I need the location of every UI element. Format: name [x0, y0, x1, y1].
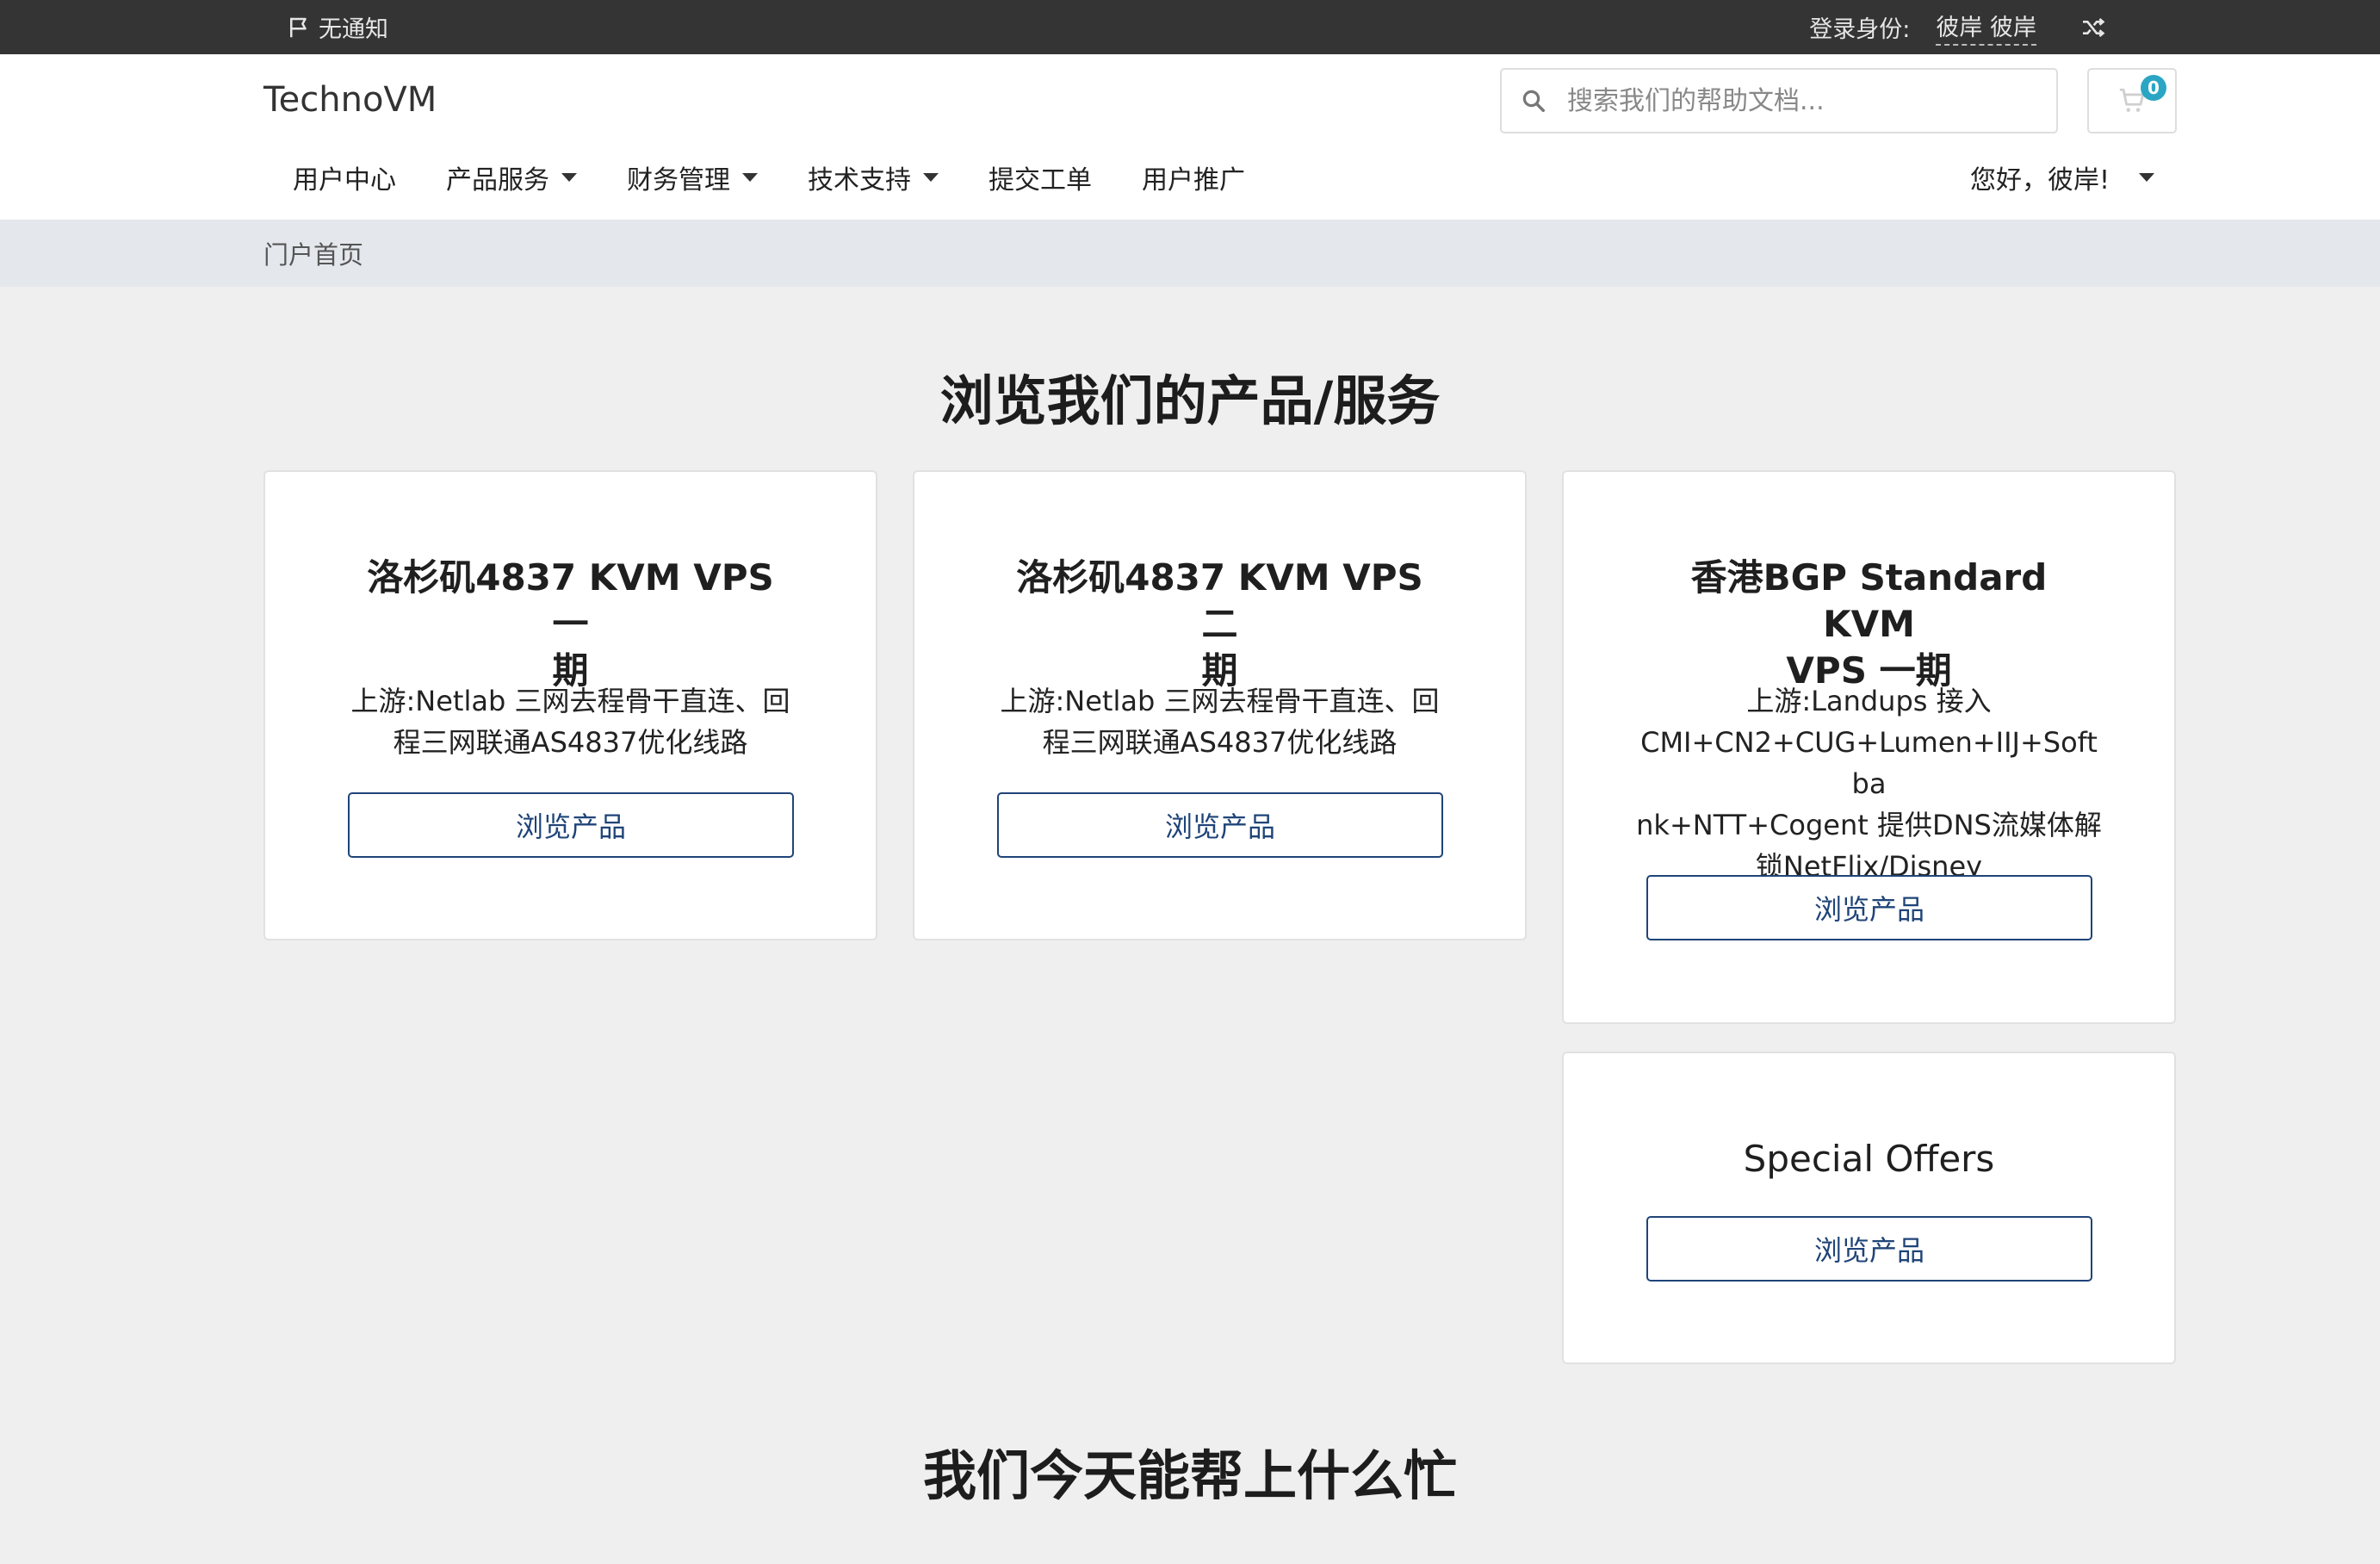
nav-item-label: 产品服务: [446, 165, 549, 196]
product-description: 上游:Netlab 三网去程骨干直连、回 程三网联通AS4837优化线路: [343, 680, 798, 763]
flag-icon: [290, 17, 307, 37]
nav-item-billing[interactable]: 财务管理: [598, 158, 778, 196]
caret-down-icon: [923, 173, 939, 182]
product-card: 香港BGP Standard KVM VPS 一期 上游:Landups 接入 …: [1562, 470, 2176, 1024]
title-line: 洛杉矶4837 KVM VPS 一: [367, 556, 774, 645]
title-line: 洛杉矶4837 KVM VPS 二: [1016, 556, 1423, 645]
nav-item-open-ticket[interactable]: 提交工单: [959, 158, 1113, 196]
product-title: 洛杉矶4837 KVM VPS 二 期: [992, 555, 1447, 694]
cart-button[interactable]: 0: [2087, 68, 2177, 133]
nav-item-affiliates[interactable]: 用户推广: [1113, 158, 1266, 196]
greeting-label: 您好，彼岸!: [1969, 165, 2110, 196]
kb-search: [1500, 68, 2058, 133]
nav-item-client-area[interactable]: 用户中心: [263, 158, 417, 196]
browse-products-button[interactable]: 浏览产品: [1646, 1216, 2092, 1282]
caret-down-icon: [2139, 173, 2154, 182]
nav-item-label: 用户推广: [1142, 165, 1245, 196]
nav-item-label: 用户中心: [293, 165, 396, 196]
product-card: 洛杉矶4837 KVM VPS 二 期 上游:Netlab 三网去程骨干直连、回…: [913, 470, 1527, 940]
main-nav: 用户中心 产品服务 财务管理 技术支持 提交工单 用户推广: [263, 156, 1266, 199]
login-label: 登录身份:: [1809, 16, 1911, 43]
product-title: 洛杉矶4837 KVM VPS 一 期: [343, 555, 798, 694]
product-card: 洛杉矶4837 KVM VPS 一 期 上游:Netlab 三网去程骨干直连、回…: [263, 470, 877, 940]
product-title: 香港BGP Standard KVM VPS 一期: [1641, 555, 2097, 694]
desc-line: nk+NTT+Cogent 提供DNS流媒体解: [1636, 809, 2102, 841]
title-line: 香港BGP Standard KVM: [1690, 556, 2048, 645]
login-as: 登录身份: 彼岸 彼岸: [1809, 0, 2107, 54]
caret-down-icon: [742, 173, 758, 182]
brand-logo[interactable]: TechnoVM: [263, 80, 437, 120]
help-heading: 我们今天能帮上什么忙: [922, 1444, 1457, 1507]
desc-line: CMI+CN2+CUG+Lumen+IIJ+Softba: [1640, 726, 2098, 800]
browse-products-button[interactable]: 浏览产品: [1646, 875, 2092, 940]
product-description: 上游:Netlab 三网去程骨干直连、回 程三网联通AS4837优化线路: [992, 680, 1447, 763]
product-card: Special Offers 浏览产品: [1562, 1052, 2176, 1364]
account-menu[interactable]: 您好，彼岸!: [1970, 156, 2154, 199]
notifications-link[interactable]: 无通知: [286, 0, 388, 54]
nav-item-label: 提交工单: [989, 165, 1092, 196]
caret-down-icon: [561, 173, 577, 182]
breadcrumb-bar: 门户首页: [0, 220, 2380, 287]
search-input[interactable]: [1565, 84, 2017, 117]
desc-line: 程三网联通AS4837优化线路: [1042, 726, 1398, 759]
nav-item-label: 财务管理: [627, 165, 730, 196]
notifications-label: 无通知: [319, 16, 388, 43]
desc-line: 上游:Netlab 三网去程骨干直连、回: [1000, 685, 1440, 717]
site-header: TechnoVM 0 用户中心 产品服务 财务管理 技: [0, 54, 2380, 220]
nav-item-support[interactable]: 技术支持: [778, 158, 959, 196]
search-icon[interactable]: [1521, 88, 1546, 114]
login-user-link[interactable]: 彼岸 彼岸: [1936, 9, 2036, 46]
desc-line: 上游:Netlab 三网去程骨干直连、回: [350, 685, 790, 717]
nav-item-services[interactable]: 产品服务: [417, 158, 598, 196]
desc-line: 程三网联通AS4837优化线路: [393, 726, 748, 759]
breadcrumb-home[interactable]: 门户首页: [263, 235, 363, 271]
cart-count-badge: 0: [2141, 75, 2166, 101]
browse-products-button[interactable]: 浏览产品: [997, 792, 1443, 858]
shuffle-icon[interactable]: [2079, 14, 2107, 41]
breadcrumb: 门户首页: [263, 220, 363, 287]
browse-products-button[interactable]: 浏览产品: [348, 792, 794, 858]
top-bar: 无通知 登录身份: 彼岸 彼岸: [0, 0, 2380, 54]
products-heading: 浏览我们的产品/服务: [939, 369, 1441, 432]
nav-item-label: 技术支持: [808, 165, 911, 196]
product-title: Special Offers: [1743, 1138, 1995, 1180]
product-description: 上游:Landups 接入 CMI+CN2+CUG+Lumen+IIJ+Soft…: [1633, 680, 2105, 887]
desc-line: 上游:Landups 接入: [1746, 685, 1992, 717]
